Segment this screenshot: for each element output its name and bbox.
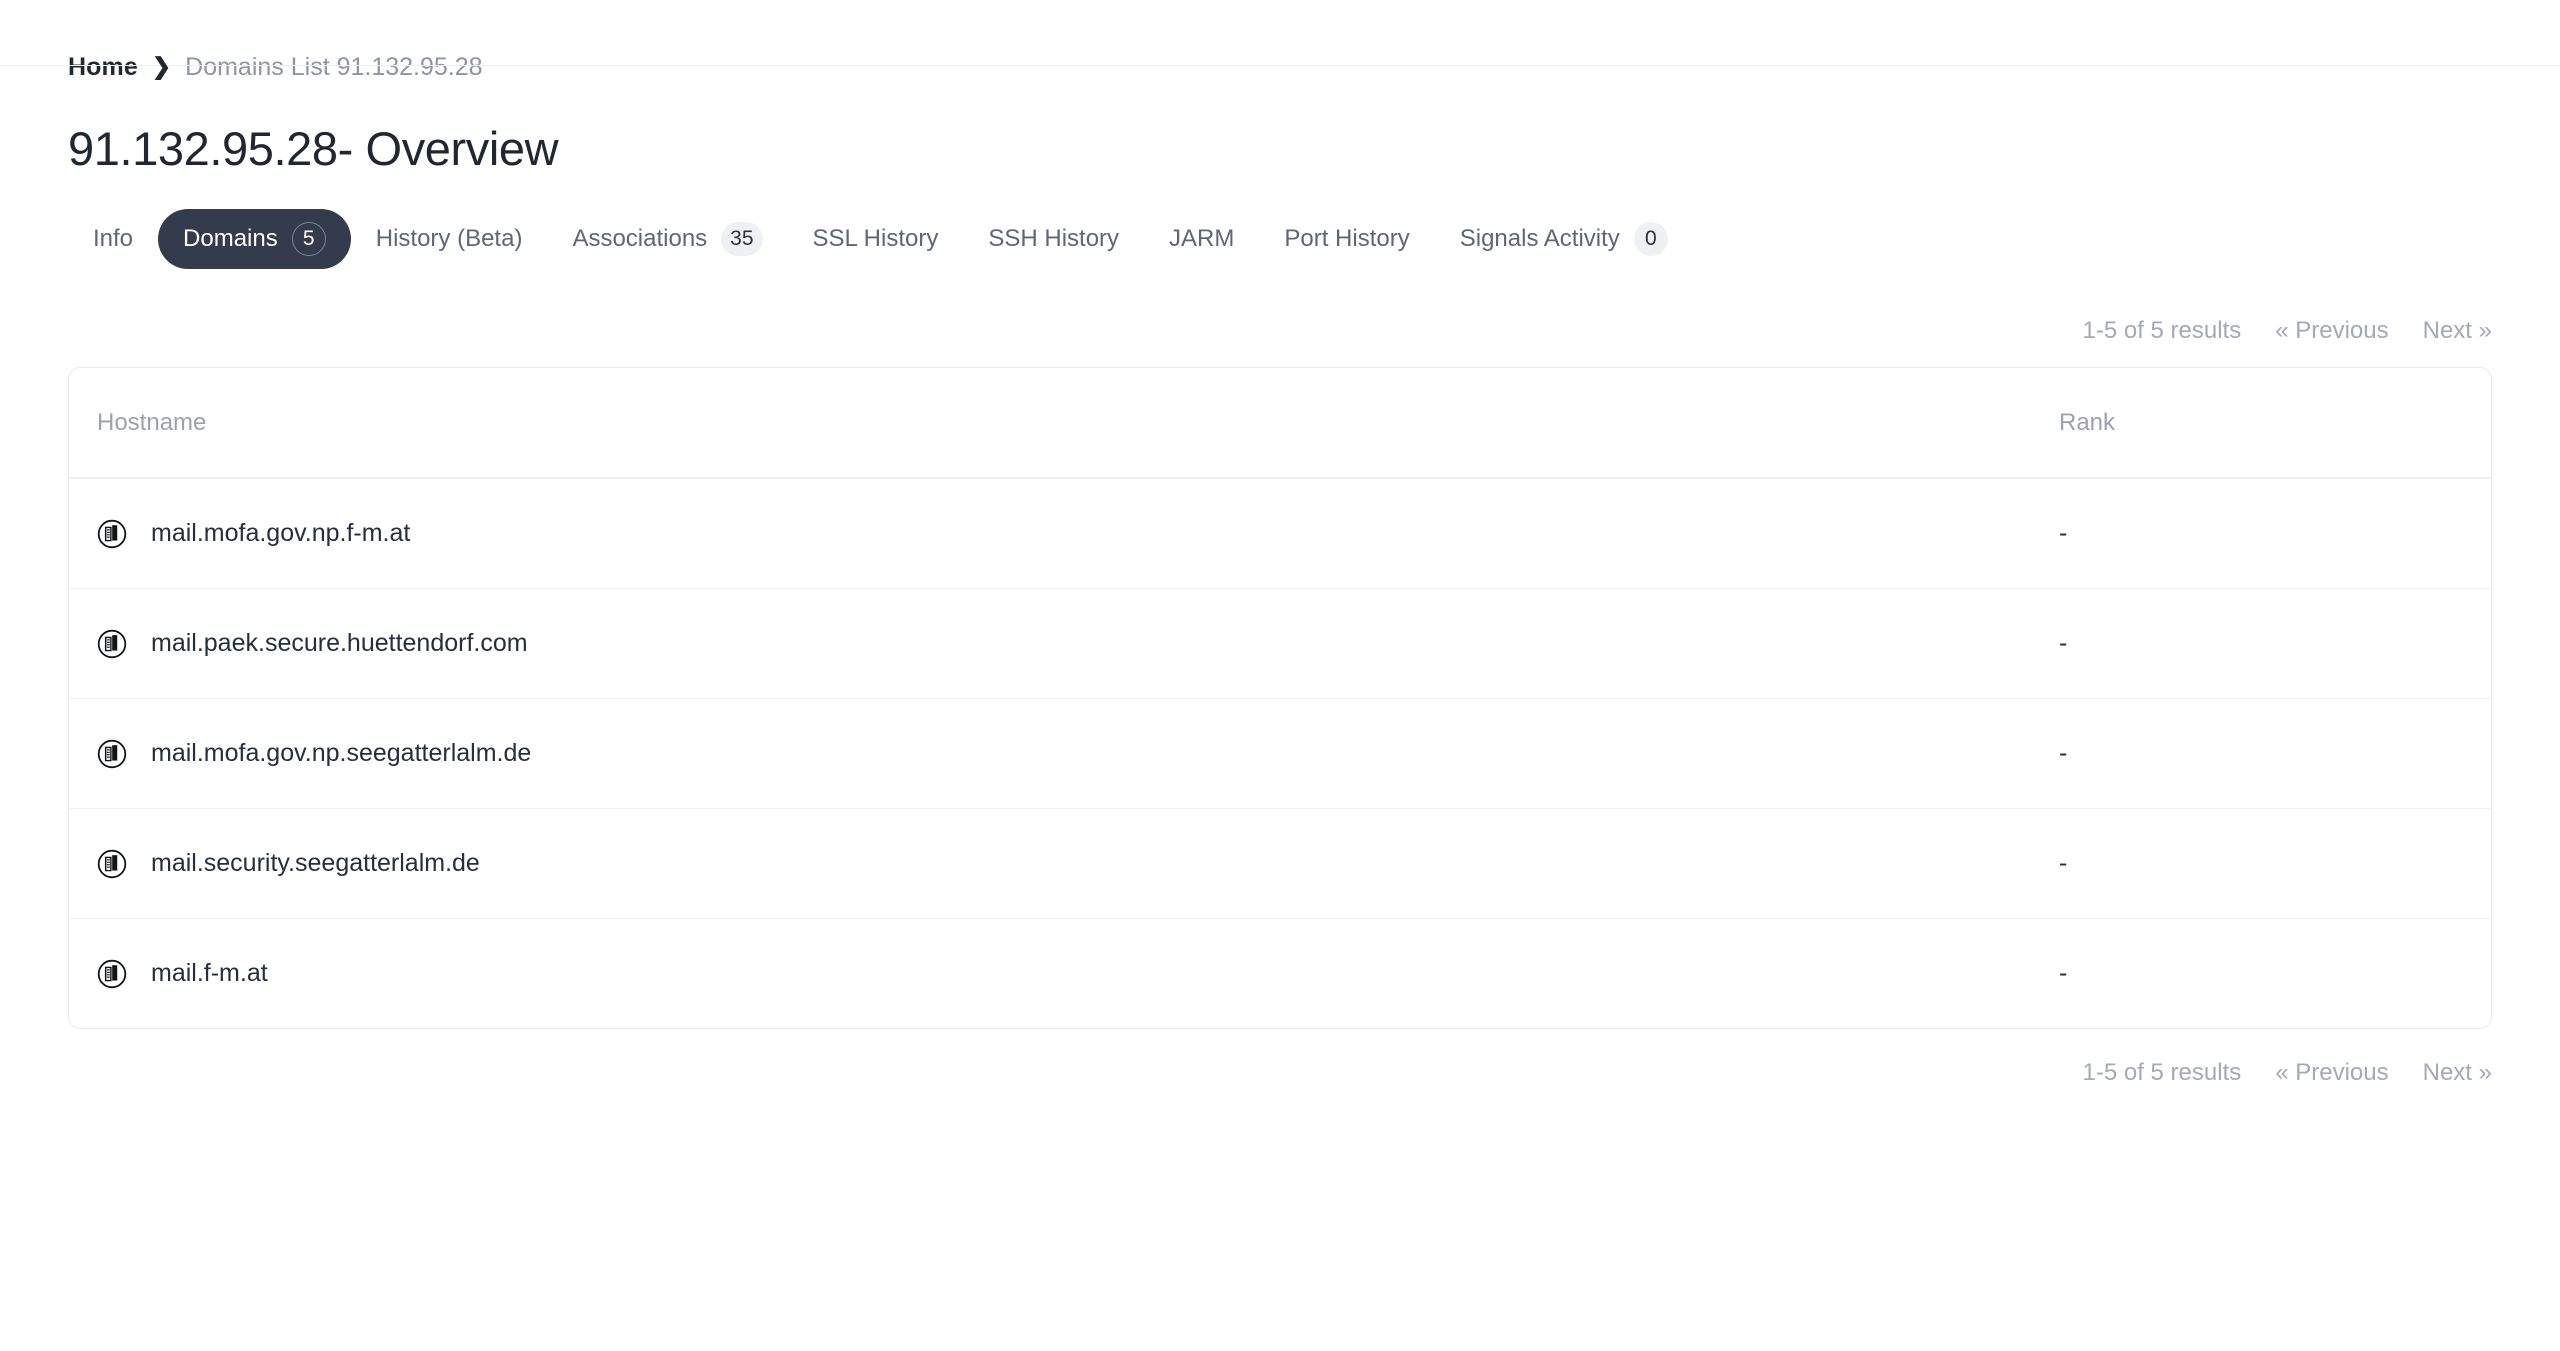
cell-rank: - [2059,739,2491,768]
domains-table: Hostname Rank mail.mofa.gov.np.f-m.at - … [68,367,2492,1030]
hostname-link[interactable]: mail.f-m.at [151,959,268,988]
tab-badge-signals-activity: 0 [1633,222,1668,257]
results-count: 1-5 of 5 results [2082,317,2242,345]
next-page-link[interactable]: Next » [2423,1059,2492,1087]
next-page-link[interactable]: Next » [2423,317,2492,345]
top-divider [0,65,2560,66]
table-row[interactable]: mail.mofa.gov.np.seegatterlalm.de - [69,698,2491,808]
table-row[interactable]: mail.f-m.at - [69,918,2491,1028]
table-row[interactable]: mail.mofa.gov.np.f-m.at - [69,478,2491,588]
cell-hostname: mail.security.seegatterlalm.de [69,849,2059,879]
tab-badge-associations: 35 [721,222,763,257]
tab-ssl-history[interactable]: SSL History [788,212,964,266]
rank-value: - [2059,739,2068,768]
cell-rank: - [2059,849,2491,878]
hostname-header-label: Hostname [97,408,207,436]
cell-rank: - [2059,629,2491,658]
results-count: 1-5 of 5 results [2082,1059,2242,1087]
page-title: 91.132.95.28- Overview [68,122,559,175]
cell-rank: - [2059,519,2491,548]
pagination-top: 1-5 of 5 results « Previous Next » [68,317,2492,345]
tab-signals-activity[interactable]: Signals Activity 0 [1435,209,1693,269]
table-row[interactable]: mail.paek.secure.huettendorf.com - [69,588,2491,698]
rank-value: - [2059,849,2068,878]
column-header-hostname: Hostname [69,409,2059,437]
tab-label: SSL History [812,225,939,253]
table-header-row: Hostname Rank [69,368,2491,479]
rank-value: - [2059,519,2068,548]
tab-ssh-history[interactable]: SSH History [963,212,1144,266]
tab-label: Signals Activity [1459,225,1620,253]
domain-building-icon [97,959,127,989]
hostname-link[interactable]: mail.mofa.gov.np.f-m.at [151,519,410,548]
tab-label: JARM [1169,225,1235,253]
breadcrumb: Home ❯ Domains List 91.132.95.28 [68,55,2492,80]
tab-label: History (Beta) [375,225,523,253]
tab-associations[interactable]: Associations 35 [547,209,787,269]
hostname-link[interactable]: mail.security.seegatterlalm.de [151,849,480,878]
tab-info[interactable]: Info [68,212,158,266]
previous-page-link[interactable]: « Previous [2275,1059,2388,1087]
breadcrumb-home-link[interactable]: Home [68,55,138,80]
cell-hostname: mail.mofa.gov.np.f-m.at [69,519,2059,549]
hostname-link[interactable]: mail.mofa.gov.np.seegatterlalm.de [151,739,531,768]
domain-building-icon [97,629,127,659]
hostname-link[interactable]: mail.paek.secure.huettendorf.com [151,629,528,658]
cell-rank: - [2059,959,2491,988]
tab-port-history[interactable]: Port History [1259,212,1434,266]
cell-hostname: mail.f-m.at [69,959,2059,989]
tab-history-beta[interactable]: History (Beta) [351,212,548,266]
tab-domains[interactable]: Domains 5 [158,209,351,270]
rank-value: - [2059,629,2068,658]
domain-building-icon [97,849,127,879]
tab-label: Port History [1284,225,1410,253]
tab-label: SSH History [988,225,1120,253]
rank-header-label: Rank [2059,408,2116,436]
tab-label: Info [93,225,134,253]
previous-page-link[interactable]: « Previous [2275,317,2388,345]
domain-building-icon [97,739,127,769]
cell-hostname: mail.mofa.gov.np.seegatterlalm.de [69,739,2059,769]
tab-label: Associations [572,225,708,253]
domain-building-icon [97,519,127,549]
tab-badge-domains: 5 [291,222,326,257]
tab-jarm[interactable]: JARM [1144,212,1259,266]
column-header-rank: Rank [2059,409,2491,437]
breadcrumb-current: Domains List 91.132.95.28 [185,53,483,81]
page-container: Home ❯ Domains List 91.132.95.28 91.132.… [0,55,2560,1087]
table-row[interactable]: mail.security.seegatterlalm.de - [69,808,2491,918]
chevron-right-icon: ❯ [151,53,172,79]
cell-hostname: mail.paek.secure.huettendorf.com [69,629,2059,659]
tab-bar: Info Domains 5 History (Beta) Associatio… [68,209,2492,270]
tab-label: Domains [183,225,278,253]
pagination-bottom: 1-5 of 5 results « Previous Next » [68,1059,2492,1087]
rank-value: - [2059,959,2068,988]
